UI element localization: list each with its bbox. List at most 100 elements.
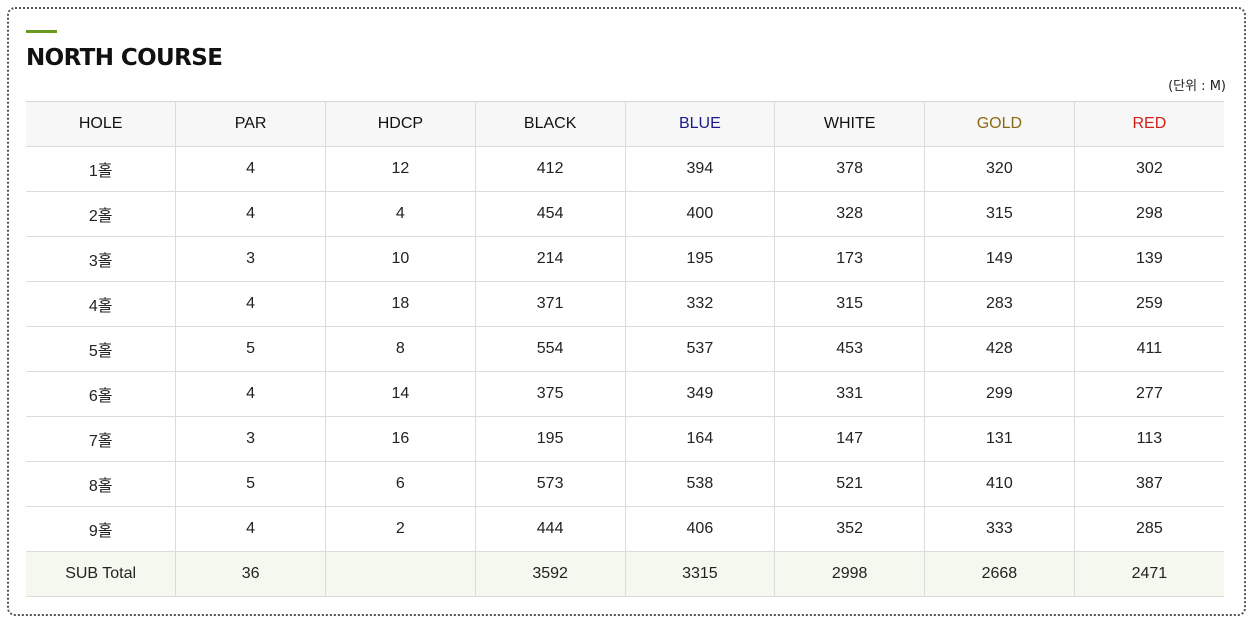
- cell-white: 147: [774, 416, 925, 462]
- total-hole: SUB Total: [26, 551, 176, 597]
- cell-par: 5: [175, 461, 326, 507]
- cell-hdcp: 16: [325, 416, 476, 462]
- cell-white: 521: [774, 461, 925, 507]
- cell-gold: 149: [924, 236, 1075, 282]
- course-table: HOLE PAR HDCP BLACK BLUE WHITE GOLD RED …: [26, 101, 1224, 597]
- cell-par: 4: [175, 506, 326, 552]
- cell-gold: 315: [924, 191, 1075, 237]
- cell-red: 259: [1073, 281, 1224, 327]
- cell-gold: 410: [924, 461, 1075, 507]
- cell-hdcp: 14: [325, 371, 476, 417]
- cell-par: 4: [175, 191, 326, 237]
- cell-white: 352: [774, 506, 925, 552]
- cell-hdcp: 12: [325, 146, 476, 192]
- cell-par: 3: [175, 236, 326, 282]
- total-white: 2998: [774, 551, 925, 597]
- table-row: 2홀 4 4 454 400 328 315 298: [26, 191, 1224, 237]
- cell-hole: 7홀: [26, 416, 176, 462]
- header-blue: BLUE: [624, 101, 775, 147]
- table-row: 4홀 4 18 371 332 315 283 259: [26, 281, 1224, 327]
- header-hdcp: HDCP: [325, 101, 476, 147]
- cell-red: 113: [1073, 416, 1224, 462]
- cell-black: 454: [474, 191, 625, 237]
- total-black: 3592: [474, 551, 625, 597]
- header-white: WHITE: [774, 101, 925, 147]
- cell-blue: 195: [624, 236, 775, 282]
- table-header-row: HOLE PAR HDCP BLACK BLUE WHITE GOLD RED: [26, 101, 1224, 147]
- cell-red: 387: [1073, 461, 1224, 507]
- cell-black: 371: [474, 281, 625, 327]
- cell-blue: 538: [624, 461, 775, 507]
- header-gold: GOLD: [924, 101, 1075, 147]
- cell-hdcp: 6: [325, 461, 476, 507]
- cell-par: 3: [175, 416, 326, 462]
- cell-red: 277: [1073, 371, 1224, 417]
- table-row: 3홀 3 10 214 195 173 149 139: [26, 236, 1224, 282]
- cell-blue: 400: [624, 191, 775, 237]
- cell-hdcp: 2: [325, 506, 476, 552]
- header-par: PAR: [175, 101, 326, 147]
- cell-hole: 3홀: [26, 236, 176, 282]
- cell-blue: 164: [624, 416, 775, 462]
- cell-blue: 332: [624, 281, 775, 327]
- cell-black: 214: [474, 236, 625, 282]
- cell-red: 139: [1073, 236, 1224, 282]
- cell-hole: 2홀: [26, 191, 176, 237]
- cell-hole: 6홀: [26, 371, 176, 417]
- total-blue: 3315: [624, 551, 775, 597]
- total-red: 2471: [1073, 551, 1224, 597]
- cell-hdcp: 18: [325, 281, 476, 327]
- cell-par: 5: [175, 326, 326, 372]
- header-black: BLACK: [474, 101, 625, 147]
- cell-white: 378: [774, 146, 925, 192]
- total-hdcp: [325, 551, 476, 597]
- cell-hdcp: 8: [325, 326, 476, 372]
- cell-red: 411: [1073, 326, 1224, 372]
- cell-red: 302: [1073, 146, 1224, 192]
- cell-gold: 428: [924, 326, 1075, 372]
- cell-black: 375: [474, 371, 625, 417]
- cell-blue: 394: [624, 146, 775, 192]
- cell-hole: 9홀: [26, 506, 176, 552]
- subtotal-row: SUB Total 36 3592 3315 2998 2668 2471: [26, 551, 1224, 597]
- cell-hole: 1홀: [26, 146, 176, 192]
- table-row: 7홀 3 16 195 164 147 131 113: [26, 416, 1224, 462]
- table-row: 9홀 4 2 444 406 352 333 285: [26, 506, 1224, 552]
- cell-red: 285: [1073, 506, 1224, 552]
- cell-red: 298: [1073, 191, 1224, 237]
- cell-gold: 283: [924, 281, 1075, 327]
- cell-white: 173: [774, 236, 925, 282]
- cell-white: 331: [774, 371, 925, 417]
- cell-par: 4: [175, 371, 326, 417]
- cell-white: 453: [774, 326, 925, 372]
- cell-black: 412: [474, 146, 625, 192]
- cell-black: 444: [474, 506, 625, 552]
- cell-hole: 5홀: [26, 326, 176, 372]
- total-par: 36: [175, 551, 326, 597]
- cell-black: 195: [474, 416, 625, 462]
- cell-black: 573: [474, 461, 625, 507]
- cell-white: 315: [774, 281, 925, 327]
- title-accent-bar: [26, 30, 57, 33]
- cell-blue: 537: [624, 326, 775, 372]
- cell-blue: 406: [624, 506, 775, 552]
- unit-note: (단위 : M): [1168, 79, 1226, 94]
- cell-hdcp: 10: [325, 236, 476, 282]
- cell-white: 328: [774, 191, 925, 237]
- cell-gold: 333: [924, 506, 1075, 552]
- cell-par: 4: [175, 281, 326, 327]
- cell-black: 554: [474, 326, 625, 372]
- table-row: 1홀 4 12 412 394 378 320 302: [26, 146, 1224, 192]
- table-row: 8홀 5 6 573 538 521 410 387: [26, 461, 1224, 507]
- cell-gold: 320: [924, 146, 1075, 192]
- table-row: 6홀 4 14 375 349 331 299 277: [26, 371, 1224, 417]
- cell-gold: 299: [924, 371, 1075, 417]
- header-red: RED: [1073, 101, 1224, 147]
- cell-par: 4: [175, 146, 326, 192]
- cell-blue: 349: [624, 371, 775, 417]
- cell-gold: 131: [924, 416, 1075, 462]
- cell-hole: 8홀: [26, 461, 176, 507]
- page-title: NORTH COURSE: [26, 45, 223, 71]
- header-hole: HOLE: [26, 101, 176, 147]
- total-gold: 2668: [924, 551, 1075, 597]
